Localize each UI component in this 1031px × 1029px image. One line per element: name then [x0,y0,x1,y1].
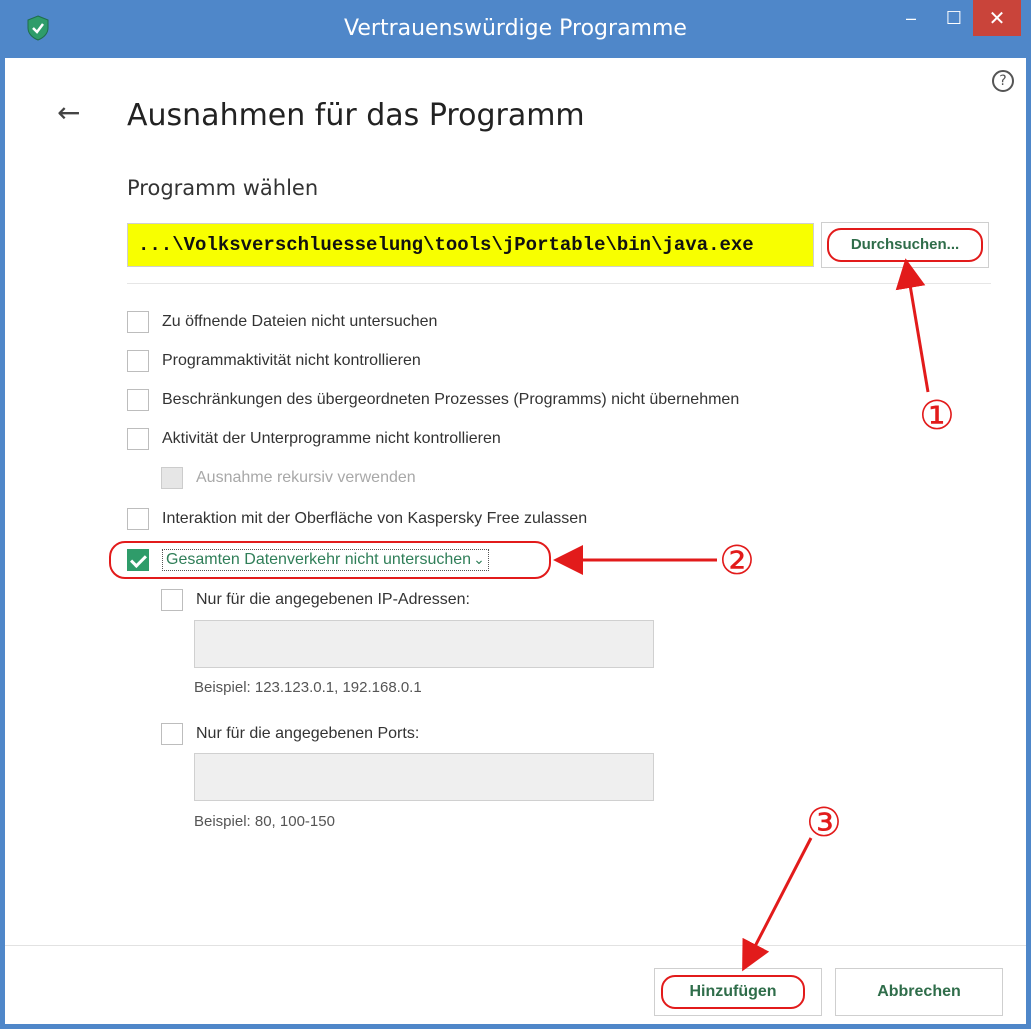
annotation-arrows [553,258,930,972]
app-window: Vertrauenswürdige Programme – ☐ ✕ ? ← Au… [0,0,1031,1029]
arrow-to-add-button [742,837,813,972]
arrow-to-browse [895,258,930,393]
